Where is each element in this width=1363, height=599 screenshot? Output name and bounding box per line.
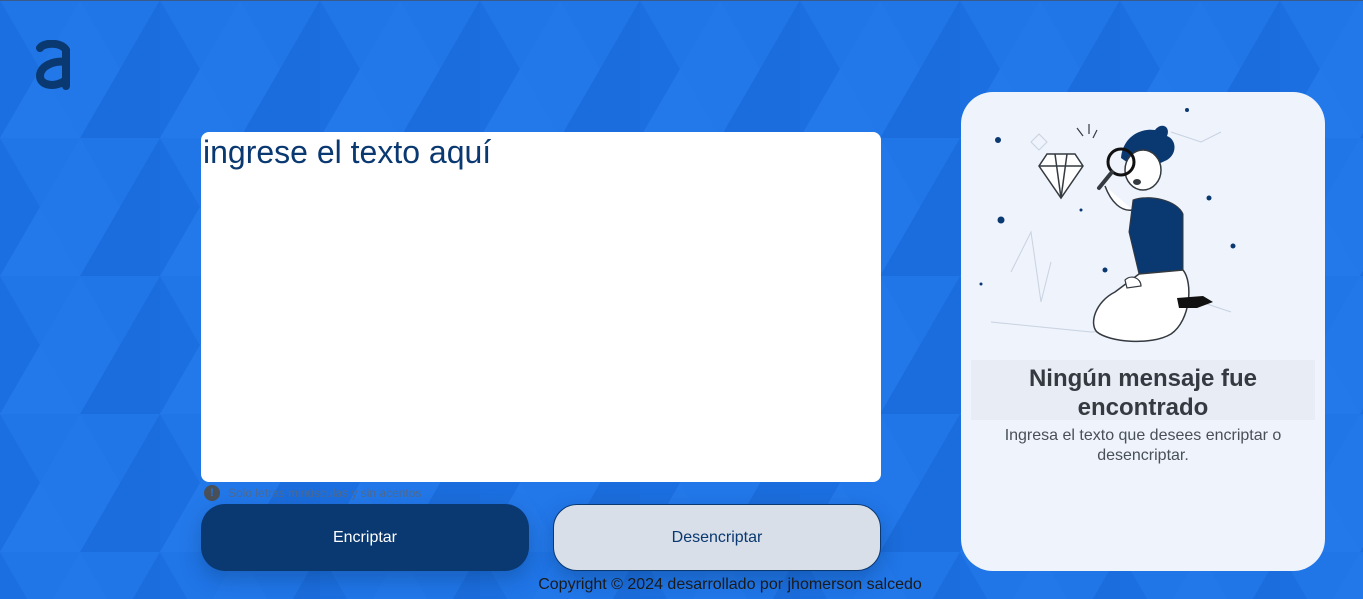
logo-a-icon: [35, 39, 70, 90]
input-hint: ! Solo letras minúsculas y sin acentos: [204, 485, 421, 501]
text-input[interactable]: [201, 132, 881, 482]
encrypt-button[interactable]: Encriptar: [201, 504, 529, 571]
result-panel: Ningún mensaje fue encontrado Ingresa el…: [961, 92, 1325, 571]
top-border: [0, 0, 1363, 1]
logo[interactable]: [34, 39, 74, 92]
no-message-description: Ingresa el texto que desees encriptar o …: [1004, 427, 1282, 464]
person-with-magnifying-glass-icon: [979, 108, 1236, 343]
info-icon: !: [204, 485, 220, 501]
no-message-title: Ningún mensaje fue encontrado: [1028, 365, 1258, 421]
hint-text: Solo letras minúsculas y sin acentos: [228, 486, 422, 500]
decrypt-button[interactable]: Desencriptar: [553, 504, 881, 571]
copyright-footer: Copyright © 2024 desarrollado por jhomer…: [538, 576, 922, 593]
